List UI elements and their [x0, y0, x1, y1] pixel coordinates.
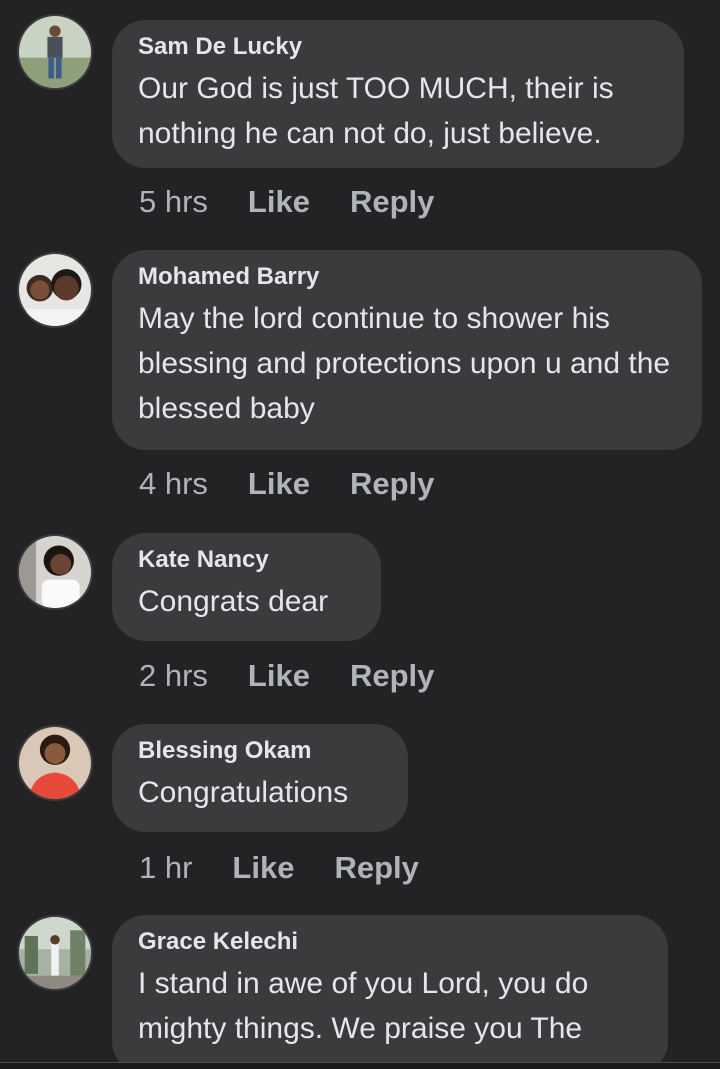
reply-button[interactable]: Reply [350, 466, 434, 502]
comment-timestamp[interactable]: 4 hrs [139, 466, 208, 502]
comment-author[interactable]: Grace Kelechi [138, 927, 642, 957]
comment-actions: 2 hrs Like Reply [139, 658, 474, 694]
avatar-photo-man-standing [19, 16, 91, 88]
avatar[interactable] [17, 915, 93, 991]
avatar-photo-woman [19, 536, 91, 608]
avatar[interactable] [17, 252, 93, 328]
comment-feed: Sam De Lucky Our God is just TOO MUCH, t… [0, 0, 720, 1069]
comment-bubble: Mohamed Barry May the lord continue to s… [112, 250, 702, 450]
comment-text: Our God is just TOO MUCH, their is nothi… [138, 72, 614, 150]
comment-text: May the lord continue to shower his bles… [138, 302, 671, 425]
avatar-photo-couple [19, 254, 91, 326]
comment-timestamp[interactable]: 5 hrs [139, 184, 208, 220]
comment-text: Congratulations [138, 776, 349, 809]
comment-author[interactable]: Sam De Lucky [138, 32, 658, 62]
like-button[interactable]: Like [248, 658, 310, 694]
comment-actions: 1 hr Like Reply [139, 850, 459, 886]
avatar-photo-woman-red [19, 727, 91, 799]
comment-actions: 4 hrs Like Reply [139, 466, 474, 502]
comment-timestamp[interactable]: 1 hr [139, 850, 192, 886]
comment-text: Congrats dear [138, 585, 329, 618]
like-button[interactable]: Like [248, 466, 310, 502]
reply-button[interactable]: Reply [334, 850, 418, 886]
comment-author[interactable]: Mohamed Barry [138, 262, 676, 292]
avatar[interactable] [17, 725, 93, 801]
comment-text: I stand in awe of you Lord, you do might… [138, 967, 589, 1045]
comment-timestamp[interactable]: 2 hrs [139, 658, 208, 694]
bottom-bar [0, 1062, 720, 1069]
comment-author[interactable]: Kate Nancy [138, 545, 355, 575]
like-button[interactable]: Like [232, 850, 294, 886]
reply-button[interactable]: Reply [350, 658, 434, 694]
comment-bubble: Kate Nancy Congrats dear [112, 533, 381, 641]
comment-bubble: Sam De Lucky Our God is just TOO MUCH, t… [112, 20, 684, 168]
avatar[interactable] [17, 534, 93, 610]
comment-bubble: Grace Kelechi I stand in awe of you Lord… [112, 915, 668, 1069]
reply-button[interactable]: Reply [350, 184, 434, 220]
comment-bubble: Blessing Okam Congratulations [112, 724, 408, 832]
comment-actions: 5 hrs Like Reply [139, 184, 474, 220]
comment-author[interactable]: Blessing Okam [138, 736, 382, 766]
like-button[interactable]: Like [248, 184, 310, 220]
avatar[interactable] [17, 14, 93, 90]
avatar-photo-street [19, 917, 91, 989]
